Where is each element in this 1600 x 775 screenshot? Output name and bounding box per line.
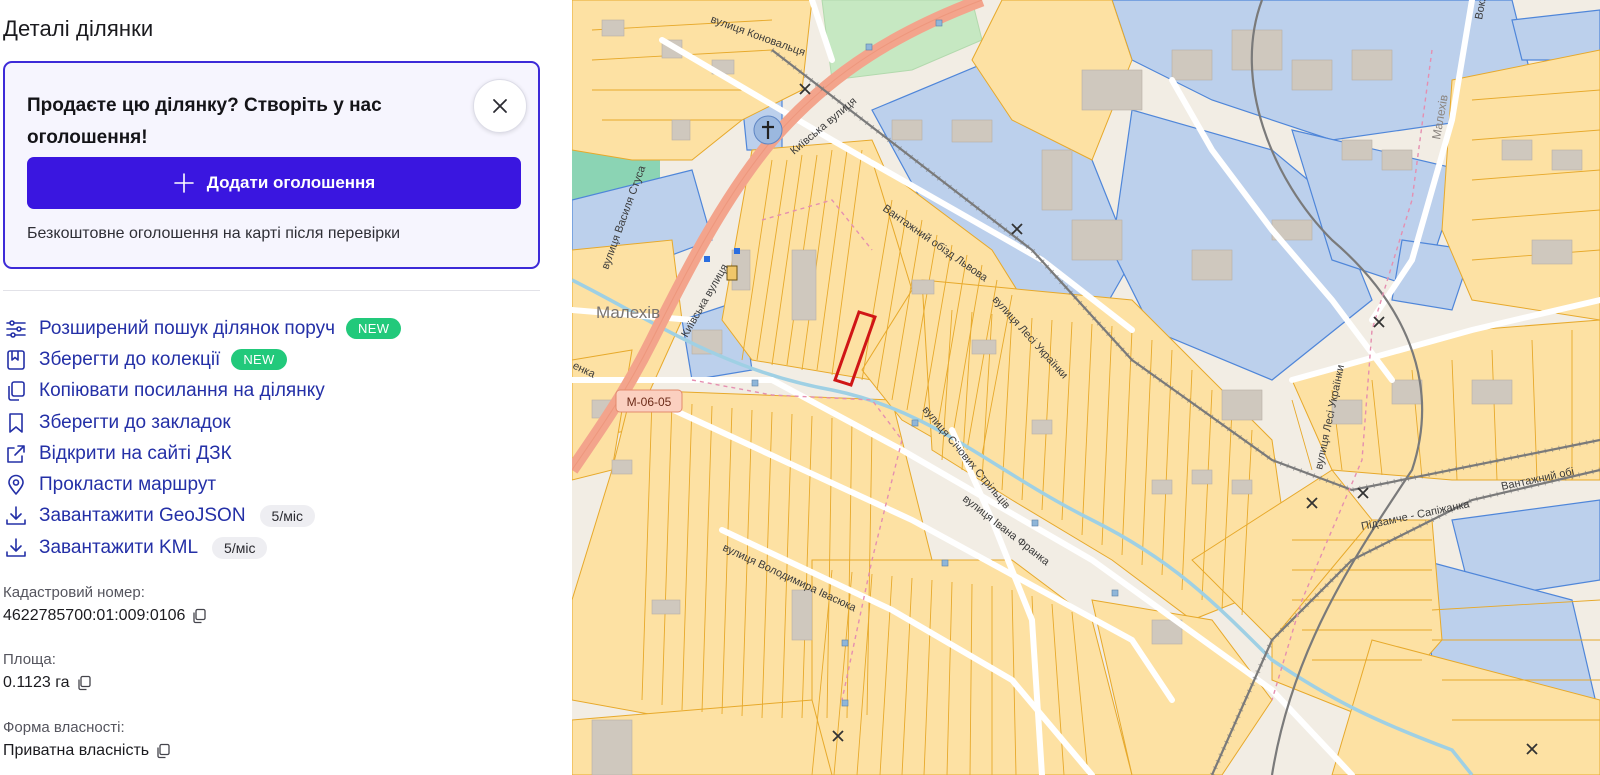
ownership-label: Форма власності:	[3, 719, 125, 736]
new-badge: NEW	[346, 318, 402, 340]
divider	[3, 290, 540, 291]
action-label: Прокласти маршрут	[39, 474, 217, 496]
close-icon	[493, 99, 507, 113]
action-open-dzk[interactable]: Відкрити на сайті ДЗК	[4, 438, 544, 469]
action-label: Копіювати посилання на ділянку	[39, 380, 325, 402]
ownership-field: Форма власності: Приватна власність	[3, 719, 171, 760]
ownership-value: Приватна власність	[3, 742, 150, 759]
svg-text:М-06-05: М-06-05	[627, 395, 672, 409]
action-label: Завантажити KML	[39, 536, 199, 558]
cadastral-number: 4622785700:01:009:0106	[3, 607, 186, 624]
action-bookmark[interactable]: Зберегти до закладок	[4, 407, 544, 438]
sell-promo-card: Продаєте цю ділянку? Створіть у нас огол…	[3, 61, 540, 269]
promo-note: Безкоштовне оголошення на карті після пе…	[27, 225, 401, 242]
label-malekhiv: Малехів	[596, 303, 660, 322]
cadastral-label: Кадастровий номер:	[3, 584, 145, 601]
copy-icon[interactable]	[76, 675, 92, 691]
action-label: Відкрити на сайті ДЗК	[39, 442, 232, 464]
area-field: Площа: 0.1123 га	[3, 651, 92, 692]
action-route[interactable]: Прокласти маршрут	[4, 469, 544, 500]
collection-icon	[4, 348, 28, 372]
add-listing-label: Додати оголошення	[206, 173, 376, 192]
area-value: 0.1123 га	[3, 674, 70, 691]
action-label: Розширений пошук ділянок поруч	[39, 317, 336, 339]
plus-icon	[173, 173, 194, 193]
external-link-icon	[4, 442, 28, 466]
map-pin-icon	[4, 473, 28, 497]
details-panel: Деталі ділянки Продаєте цю ділянку? Ство…	[0, 0, 572, 775]
action-copy-link[interactable]: Копіювати посилання на ділянку	[4, 376, 544, 407]
action-nearby-search[interactable]: Розширений пошук ділянок поруч NEW	[4, 313, 544, 344]
cadastral-field: Кадастровий номер: 4622785700:01:009:010…	[3, 584, 207, 625]
download-icon	[4, 536, 28, 560]
sliders-icon	[4, 317, 28, 341]
action-label: Завантажити GeoJSON	[39, 505, 246, 527]
bookmark-icon	[4, 411, 28, 435]
action-label: Зберегти до закладок	[39, 411, 231, 433]
road-ref-badge: М-06-05	[615, 389, 683, 413]
action-download-geojson[interactable]: Завантажити GeoJSON 5/міс	[4, 501, 544, 532]
copy-icon[interactable]	[191, 608, 207, 624]
quota-badge: 5/міс	[212, 536, 268, 559]
area-label: Площа:	[3, 651, 56, 668]
action-list: Розширений пошук ділянок поруч NEW Збере…	[4, 313, 544, 563]
action-save-collection[interactable]: Зберегти до колекції NEW	[4, 344, 544, 375]
quota-badge: 5/міс	[259, 505, 315, 528]
add-listing-button[interactable]: Додати оголошення	[27, 157, 521, 209]
cadastral-map[interactable]: М-06-05 вулиця Коновальця Київська вулиц…	[572, 0, 1600, 775]
panel-title: Деталі ділянки	[3, 16, 154, 41]
promo-title: Продаєте цю ділянку? Створіть у нас огол…	[27, 95, 382, 148]
copy-link-icon	[4, 379, 28, 403]
action-download-kml[interactable]: Завантажити KML 5/міс	[4, 532, 544, 563]
promo-close-button[interactable]	[473, 79, 527, 133]
church-icon	[753, 115, 783, 145]
copy-icon[interactable]	[155, 743, 171, 759]
new-badge: NEW	[231, 349, 287, 371]
action-label: Зберегти до колекції	[39, 348, 221, 370]
download-icon	[4, 504, 28, 528]
